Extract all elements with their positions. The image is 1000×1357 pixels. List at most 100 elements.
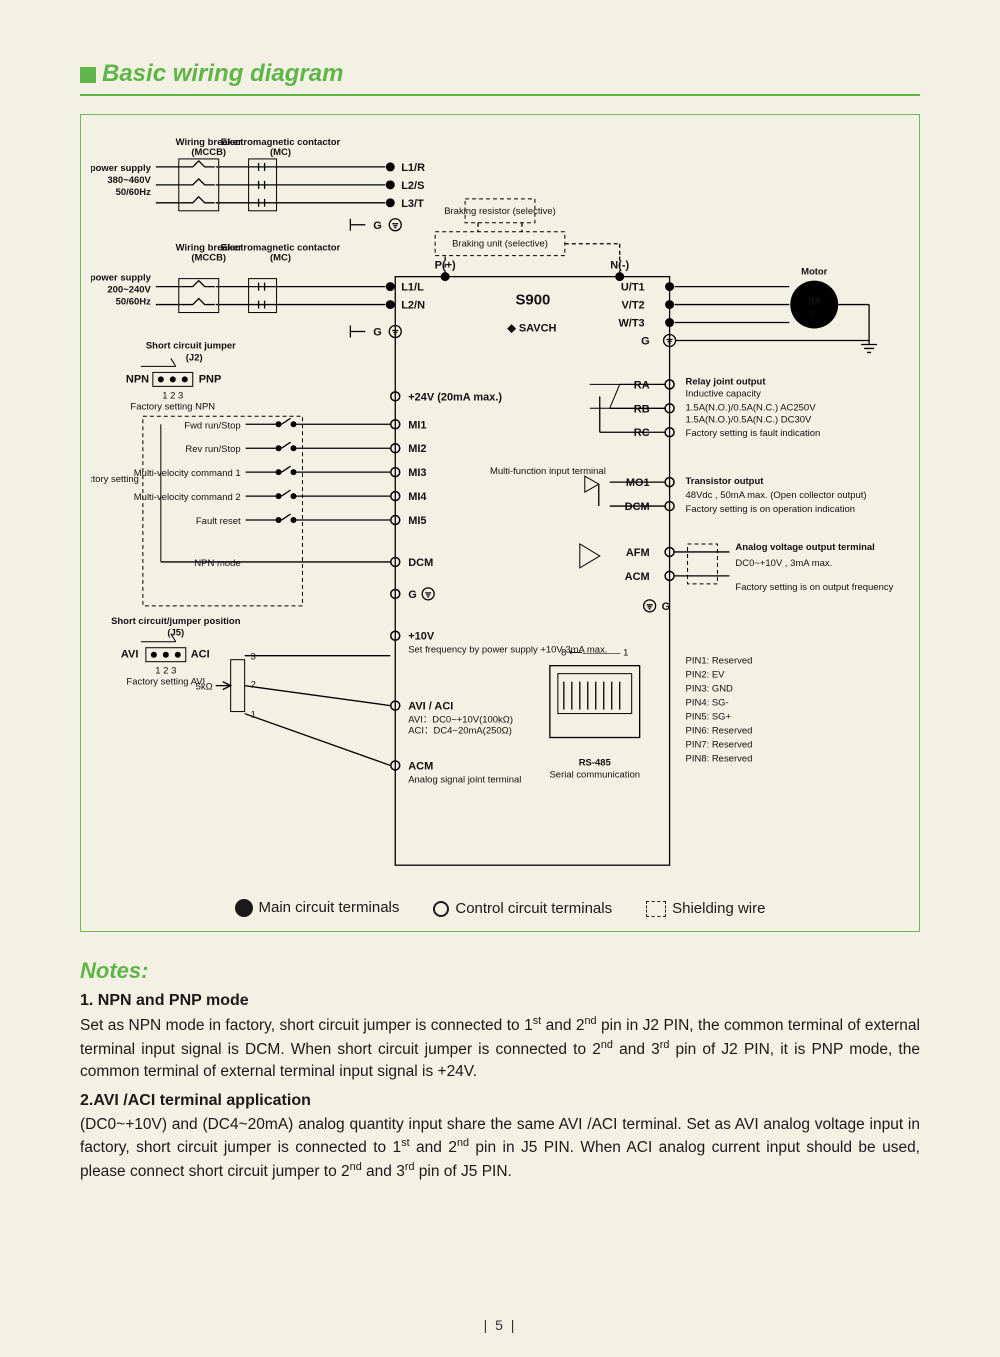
svg-text:Serial communication: Serial communication	[550, 769, 641, 780]
svg-text:MI1: MI1	[408, 419, 426, 431]
svg-text:Factory setting AVI: Factory setting AVI	[126, 677, 205, 688]
svg-text:AVI：DC0~+10V(100kΩ): AVI：DC0~+10V(100kΩ)	[408, 715, 513, 726]
svg-text:380~460V: 380~460V	[107, 175, 151, 186]
svg-text:Factory setting is on operatio: Factory setting is on operation indicati…	[686, 504, 855, 515]
svg-text:PIN5: SG+: PIN5: SG+	[686, 712, 732, 723]
svg-text:G: G	[373, 220, 382, 232]
svg-text:L2/N: L2/N	[401, 300, 425, 312]
svg-text:Multi-velocity command 1: Multi-velocity command 1	[134, 468, 241, 479]
svg-text:Three phase AC power supply: Three phase AC power supply	[91, 163, 152, 174]
svg-text:ACM: ACM	[408, 760, 433, 772]
svg-text:V/T2: V/T2	[621, 300, 644, 312]
svg-text:DCM: DCM	[408, 557, 433, 569]
svg-text:PIN8: Reserved: PIN8: Reserved	[686, 753, 753, 764]
svg-text:RC: RC	[634, 427, 650, 439]
svg-text:DC0~+10V , 3mA max.: DC0~+10V , 3mA max.	[735, 558, 832, 569]
svg-text:1.5A(N.O.)/0.5A(N.C.) AC250V: 1.5A(N.O.)/0.5A(N.C.) AC250V	[686, 402, 817, 413]
svg-text:PIN2: EV: PIN2: EV	[686, 670, 726, 681]
svg-text:(MC): (MC)	[270, 253, 291, 264]
svg-text:Factory setting is fault indic: Factory setting is fault indication	[686, 428, 821, 439]
page-number: | 5 |	[0, 1317, 1000, 1333]
svg-text:Analog voltage output terminal: Analog voltage output terminal	[735, 542, 874, 553]
svg-text:Inductive capacity: Inductive capacity	[686, 388, 762, 399]
svg-text:W/T3: W/T3	[618, 318, 644, 330]
svg-text:(MCCB): (MCCB)	[191, 147, 226, 158]
svg-text:Factory setting: Factory setting	[91, 474, 139, 485]
svg-text:PNP: PNP	[199, 373, 222, 385]
svg-text:RB: RB	[634, 403, 650, 415]
svg-text:Transistor output: Transistor output	[686, 476, 765, 487]
svg-text:DCM: DCM	[625, 501, 650, 513]
svg-text:200~240V: 200~240V	[107, 285, 151, 296]
wiring-diagram: text{font-family:Arial;font-size:11px;fi…	[80, 114, 920, 932]
svg-text:1 2 3: 1 2 3	[162, 390, 183, 401]
svg-text:Factory setting NPN: Factory setting NPN	[130, 401, 215, 412]
svg-text:L3/T: L3/T	[401, 198, 424, 210]
legend-main: Main circuit terminals	[235, 899, 400, 917]
svg-text:1: 1	[251, 710, 256, 721]
svg-text:48Vdc , 50mA max. (Open collec: 48Vdc , 50mA max. (Open collector output…	[686, 490, 867, 501]
svg-text:AVI: AVI	[121, 649, 138, 661]
svg-text:50/60Hz: 50/60Hz	[116, 187, 152, 198]
note1-title: 1. NPN and PNP mode	[80, 992, 920, 1010]
svg-text:IM: IM	[808, 296, 820, 308]
svg-text:ACI: ACI	[191, 649, 210, 661]
svg-text:50/60Hz: 50/60Hz	[116, 297, 152, 308]
svg-text:NPN: NPN	[126, 373, 149, 385]
legend-control: Control circuit terminals	[433, 900, 612, 917]
svg-text:MO1: MO1	[626, 477, 650, 489]
svg-text:G: G	[408, 589, 417, 601]
svg-text:Fwd run/Stop: Fwd run/Stop	[184, 420, 240, 431]
brand-logo: ◆ SAVCH	[506, 322, 556, 334]
svg-text:Analog signal joint terminal: Analog signal joint terminal	[408, 774, 521, 785]
svg-text:ACM: ACM	[625, 571, 650, 583]
svg-text:L1/L: L1/L	[401, 282, 424, 294]
svg-text:Fault reset: Fault reset	[196, 516, 241, 527]
title-rule	[80, 94, 920, 96]
svg-text:G: G	[641, 335, 650, 347]
svg-text:8 ⟵———— 1: 8 ⟵———— 1	[561, 648, 628, 659]
svg-text:PIN4: SG-: PIN4: SG-	[686, 698, 729, 709]
svg-text:MI5: MI5	[408, 515, 426, 527]
svg-text:G: G	[662, 601, 671, 613]
svg-text:Factory setting is on output f: Factory setting is on output frequency	[735, 582, 893, 593]
svg-text:Braking resistor (selective): Braking resistor (selective)	[444, 206, 556, 217]
svg-text:+10V: +10V	[408, 631, 435, 643]
svg-text:AFM: AFM	[626, 547, 650, 559]
svg-text:+24V (20mA max.): +24V (20mA max.)	[408, 391, 502, 403]
note1-body: Set as NPN mode in factory, short circui…	[80, 1014, 920, 1084]
svg-text:3: 3	[251, 652, 256, 663]
svg-text:AVI / ACI: AVI / ACI	[408, 701, 453, 713]
svg-text:L1/R: L1/R	[401, 162, 425, 174]
svg-text:U/T1: U/T1	[621, 282, 645, 294]
svg-text:Relay joint output: Relay joint output	[686, 376, 767, 387]
svg-text:RS-485: RS-485	[579, 757, 611, 768]
wiring-svg: text{font-family:Arial;font-size:11px;fi…	[91, 127, 909, 885]
svg-text:(J2): (J2)	[186, 352, 203, 363]
svg-text:Rev run/Stop: Rev run/Stop	[185, 444, 240, 455]
svg-text:PIN1: Reserved: PIN1: Reserved	[686, 656, 753, 667]
svg-text:1 2 3: 1 2 3	[155, 666, 176, 677]
svg-text:L2/S: L2/S	[401, 180, 424, 192]
svg-text:Braking unit (selective): Braking unit (selective)	[452, 239, 548, 250]
legend: Main circuit terminals Control circuit t…	[91, 899, 909, 917]
svg-text:Single-phase AC power supply: Single-phase AC power supply	[91, 273, 152, 284]
notes-heading: Notes:	[80, 958, 920, 984]
svg-text:Multi-function input terminal: Multi-function input terminal	[490, 466, 606, 477]
legend-shield: Shielding wire	[646, 900, 765, 917]
note2-body: (DC0~+10V) and (DC4~20mA) analog quantit…	[80, 1114, 920, 1184]
note2-title: 2.AVI /ACI terminal application	[80, 1092, 920, 1110]
svg-text:(MCCB): (MCCB)	[191, 253, 226, 264]
svg-text:MI3: MI3	[408, 467, 426, 479]
svg-text:5kΩ: 5kΩ	[196, 682, 213, 693]
svg-text:1.5A(N.O.)/0.5A(N.C.) DC30V: 1.5A(N.O.)/0.5A(N.C.) DC30V	[686, 414, 812, 425]
svg-text:RA: RA	[634, 379, 650, 391]
svg-text:(J5): (J5)	[167, 628, 184, 639]
svg-text:MI4: MI4	[408, 491, 427, 503]
svg-text:PIN7: Reserved: PIN7: Reserved	[686, 739, 753, 750]
svg-text:Short circuit jumper: Short circuit jumper	[146, 340, 236, 351]
svg-text:2: 2	[251, 680, 256, 691]
section-title: Basic wiring diagram	[80, 60, 920, 88]
svg-text:G: G	[373, 326, 382, 338]
svg-text:MI2: MI2	[408, 443, 426, 455]
